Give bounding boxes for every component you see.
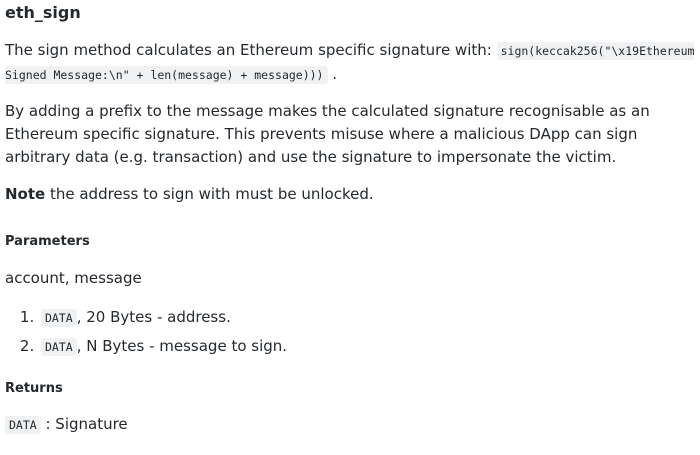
note-label: Note <box>5 185 46 203</box>
note-paragraph: Note the address to sign with must be un… <box>5 183 695 206</box>
method-title: eth_sign <box>5 3 81 22</box>
parameter-item-1: DATA, 20 Bytes - address. <box>39 303 695 332</box>
returns-value: DATA : Signature <box>5 413 695 437</box>
param-description: , N Bytes - message to sign. <box>76 337 288 355</box>
doc-page: eth_sign The sign method calculates an E… <box>5 0 695 437</box>
intro-paragraph: The sign method calculates an Ethereum s… <box>5 39 695 87</box>
return-type-code: DATA <box>5 416 41 434</box>
parameters-heading: Parameters <box>5 234 90 249</box>
intro-text: The sign method calculates an Ethereum s… <box>5 41 492 59</box>
param-description: , 20 Bytes - address. <box>76 308 231 326</box>
return-description: : Signature <box>40 415 128 433</box>
param-type-code: DATA <box>41 338 77 356</box>
note-text: the address to sign with must be unlocke… <box>45 185 374 203</box>
parameters-list: DATA, 20 Bytes - address. DATA, N Bytes … <box>5 303 695 361</box>
intro-end: . <box>332 65 338 83</box>
parameter-item-2: DATA, N Bytes - message to sign. <box>39 332 695 361</box>
prefix-explanation: By adding a prefix to the message makes … <box>5 102 650 166</box>
param-type-code: DATA <box>41 309 77 327</box>
returns-heading: Returns <box>5 381 63 396</box>
parameters-summary: account, message <box>5 269 142 287</box>
